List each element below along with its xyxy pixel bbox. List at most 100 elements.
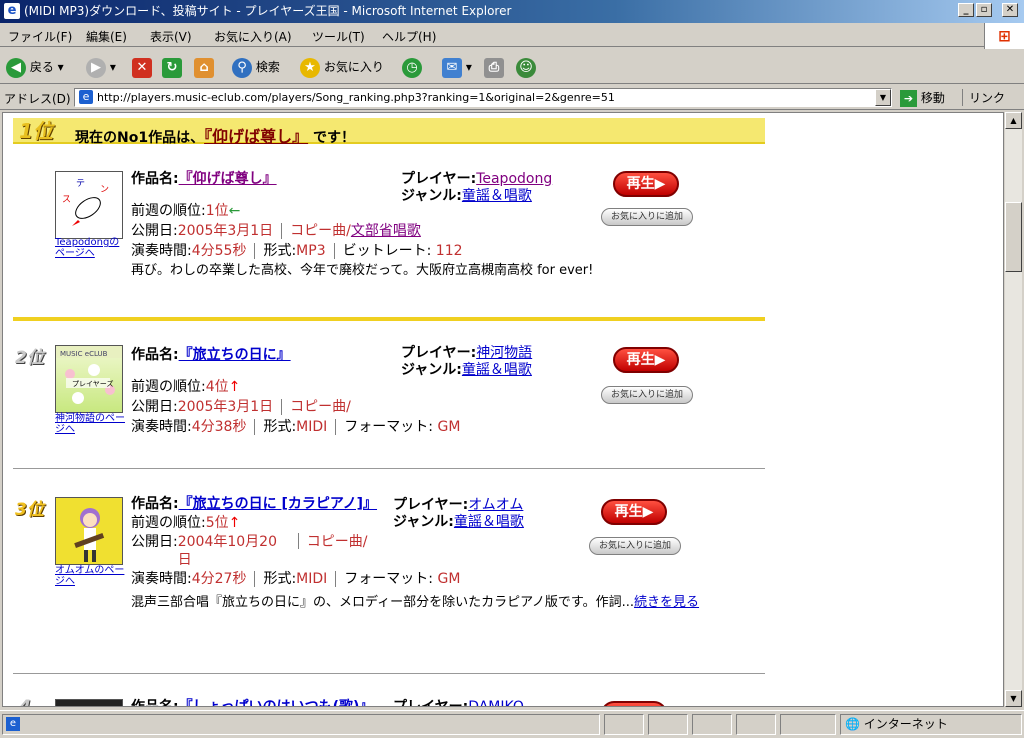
menu-file[interactable]: ファイル(F) [8,28,72,45]
refresh-button[interactable]: ↻ [162,55,182,79]
rank1-format: MP3 [296,243,326,259]
rank1-player-page-link[interactable]: Teapodongのページへ [55,237,127,259]
top-message: 現在のNo1作品は、『仰げば尊し』 です！ [75,123,355,147]
rank1-player-link[interactable]: Teapodong [476,171,552,187]
rank3-work: 作品名:『旅立ちの日に [カラピアノ]』 [131,495,385,513]
mail-button[interactable]: ✉ ▾ [442,55,472,79]
rank3-player-link[interactable]: オムオム [468,497,523,513]
rank1-prev-rank: 1位 [205,203,229,219]
scroll-down-icon[interactable]: ▼ [1005,690,1022,707]
minimize-button[interactable]: _ [958,3,974,17]
scroll-up-icon[interactable]: ▲ [1005,112,1022,129]
menu-edit[interactable]: 編集(E) [86,28,127,45]
rank3-arrow-icon: ↑ [228,515,241,531]
rank3-work-link[interactable]: 『旅立ちの日に [カラピアノ]』 [179,496,377,512]
rank2-work-link[interactable]: 『旅立ちの日に』 [179,347,291,363]
address-input[interactable]: e http://players.music-eclub.com/players… [74,88,892,107]
rank4-work: 作品名:『しょっぱいのはいつも(歌)』 [131,697,374,707]
address-url: http://players.music-eclub.com/players/S… [97,91,615,104]
toolbar: ◀ 戻る ▾ ▶ ▾ ✕ ↻ ⌂ ⚲ 検索 ★ お気に入り ◷ ✉ ▾ ⎙ ☺ [0,50,1024,84]
separator [254,419,256,435]
divider [13,317,765,321]
work-label: 作品名: [131,171,179,187]
history-button[interactable]: ◷ [402,55,422,79]
menu-favorites[interactable]: お気に入り(A) [214,28,292,45]
top-msg-post: です！ [312,130,355,146]
status-pane [736,714,776,735]
top-banner: 1位 現在のNo1作品は、『仰げば尊し』 です！ [13,118,765,147]
menu-help[interactable]: ヘルプ(H) [382,28,436,45]
rank3-date: 2004年10月20日 [177,534,277,568]
player-label: プレイヤー: [401,345,477,361]
browser-window: e (MIDI MP3)ダウンロード、投稿サイト - プレイヤーズ王国 - Mi… [0,0,1024,738]
prev-label: 前週の順位: [131,515,206,531]
rank2-prev-rank: 4位 [205,379,229,395]
page-content: 1位 現在のNo1作品は、『仰げば尊し』 です！ ステン Teapodongのペ… [2,112,1004,707]
rank2-genre-link[interactable]: 童謡＆唱歌 [462,362,532,378]
close-button[interactable]: ✕ [1002,3,1018,17]
links-button[interactable]: リンク [962,89,1005,106]
go-button[interactable]: ➔ 移動 [900,89,945,107]
rank4-work-link[interactable]: 『しょっぱいのはいつも(歌)』 [179,699,374,706]
work-label: 作品名: [131,699,179,707]
status-main: e [2,714,600,735]
search-icon: ⚲ [232,57,252,78]
rank1-favorite-button[interactable]: お気に入りに追加 [601,208,693,226]
rank1-drawing-icon: ステン [62,178,109,226]
rank3-thumbnail[interactable] [55,497,123,565]
rank3-description: 混声三部合唱『旅立ちの日に』の、メロディー部分を除いたカラピアノ版です。作詞..… [131,593,701,613]
favorites-button[interactable]: ★ お気に入り [300,55,384,79]
rank4-player-link[interactable]: DAMIKO [468,699,524,706]
rank4-thumbnail[interactable] [55,699,123,706]
rank3-player-page-link[interactable]: オムオムのページへ [55,565,127,587]
print-button[interactable]: ⎙ [484,55,504,79]
rank4-play-button[interactable] [601,701,667,706]
rank1-category-link[interactable]: 文部省唱歌 [351,223,421,239]
rank1-description: 再び。わしの卒業した高校、今年で廃校だって。大阪府立高槻南高校 for ever… [131,263,594,278]
favorites-label: お気に入り [323,60,384,74]
rank2-thumbnail[interactable]: MUSIC eCLUB プレイヤーズ [55,345,123,413]
format2-label: フォーマット: [344,571,434,587]
status-pane [780,714,836,735]
rank1-thumbnail[interactable]: ステン [55,171,123,239]
search-button[interactable]: ⚲ 検索 [232,55,280,79]
back-button[interactable]: ◀ 戻る ▾ [6,55,64,79]
top-rank-badge: 1位 [19,119,53,143]
rank1-play-button[interactable]: 再生▶ [613,171,679,197]
rank1-genre-link[interactable]: 童謡＆唱歌 [462,188,532,204]
rank3-play-button[interactable]: 再生▶ [601,499,667,525]
vertical-scrollbar[interactable]: ▲ ▼ [1005,112,1022,707]
home-button[interactable]: ⌂ [194,55,214,79]
rank3-favorite-button[interactable]: お気に入りに追加 [589,537,681,555]
rank3-more-link[interactable]: 続きを見る [634,595,699,610]
messenger-button[interactable]: ☺ [516,55,536,79]
rank1-bitrate: 112 [435,243,463,259]
rank3-genre-link[interactable]: 童謡＆唱歌 [454,514,524,530]
stop-button[interactable]: ✕ [132,55,152,79]
bitrate-label: ビットレート: [342,243,432,259]
rank1-work-link[interactable]: 『仰げば尊し』 [179,171,277,187]
rank2-favorite-button[interactable]: お気に入りに追加 [601,386,693,404]
maximize-button[interactable]: ▫ [976,3,992,17]
work-label: 作品名: [131,347,179,363]
menu-tools[interactable]: ツール(T) [312,28,365,45]
rank1-genre-row: ジャンル:童謡＆唱歌 [401,188,552,205]
go-arrow-icon: ➔ [900,90,917,107]
rank3-desc-text: 混声三部合唱『旅立ちの日に』の、メロディー部分を除いたカラピアノ版です。作詞..… [131,595,635,610]
address-dropdown-icon[interactable]: ▼ [875,89,891,106]
rank3-category: コピー曲/ [306,534,368,550]
status-page-icon: e [6,717,20,731]
top-title-link[interactable]: 『仰げば尊し』 [204,127,308,146]
window-title: (MIDI MP3)ダウンロード、投稿サイト - プレイヤーズ王国 - Micr… [24,4,512,18]
rank2-player-info: プレイヤー:神河物語 ジャンル:童謡＆唱歌 [401,345,532,379]
menu-view[interactable]: 表示(V) [150,28,192,45]
rank4-badge: 4 [19,697,31,707]
forward-button[interactable]: ▶ ▾ [86,55,116,79]
player-label: プレイヤー: [401,171,477,187]
rank1-time-row: 演奏時間:4分55秒 形式:MP3 ビットレート: 112 [131,241,631,261]
rank2-player-page-link[interactable]: 神河物語のページへ [55,413,127,435]
rank2-play-button[interactable]: 再生▶ [613,347,679,373]
rank2-player-link[interactable]: 神河物語 [476,345,532,361]
scroll-thumb[interactable] [1005,202,1022,272]
top-msg-pre: 現在のNo1作品は、 [75,130,205,146]
